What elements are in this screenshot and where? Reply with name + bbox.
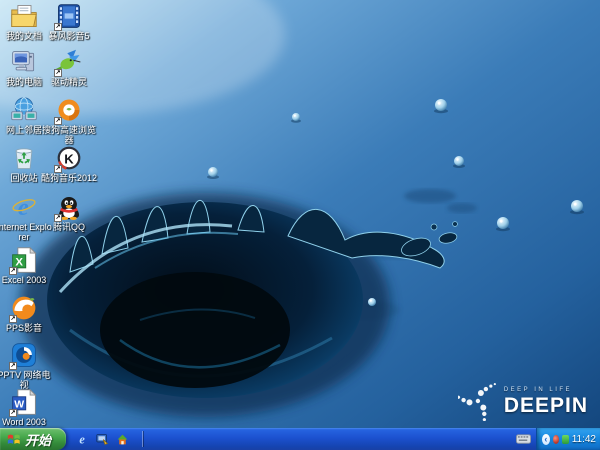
my-documents-icon xyxy=(10,2,38,30)
desktop-icon-label: PPTV 网络电视 xyxy=(0,370,51,390)
shortcut-arrow-icon: ↗ xyxy=(54,214,62,222)
excel-icon: X ↗ xyxy=(9,246,38,275)
desktop-icon-label: 驱动精灵 xyxy=(50,77,87,87)
svg-text:e: e xyxy=(18,194,29,221)
taskbar: 开始 e ‹ 11:42 xyxy=(0,428,600,450)
tray-app-icon-green[interactable] xyxy=(562,434,569,444)
kugou-music-icon: K ↗ xyxy=(54,144,83,173)
taskbar-clock[interactable]: 11:42 xyxy=(572,434,600,445)
taskbar-divider xyxy=(142,431,144,447)
shortcut-arrow-icon: ↗ xyxy=(9,362,17,370)
shortcut-arrow-icon: ↗ xyxy=(54,117,62,125)
desktop-icon-label: PPS影音 xyxy=(5,323,42,333)
driver-genie-bird-icon: ↗ xyxy=(54,48,83,77)
quick-launch-show-desktop-icon[interactable] xyxy=(95,432,110,447)
desktop-icon-kugou[interactable]: K ↗ 酷狗音乐2012 xyxy=(39,144,99,183)
recycle-bin-icon xyxy=(10,144,38,172)
desktop-icon-sogou-browser[interactable]: ↗ 搜狗高速浏览器 xyxy=(39,96,99,145)
desktop-icon-label: 搜狗高速浏览器 xyxy=(41,125,96,145)
shortcut-arrow-icon: ↗ xyxy=(9,315,17,323)
start-button[interactable]: 开始 xyxy=(0,428,67,450)
language-keyboard-icon[interactable] xyxy=(515,433,531,445)
tray-app-icon-red[interactable] xyxy=(552,434,560,444)
desktop-icon-word-2003[interactable]: W ↗ Word 2003 xyxy=(0,388,52,427)
desktop-icon-tencent-qq[interactable]: ↗ 腾讯QQ xyxy=(39,193,99,232)
quick-launch-homepage-icon[interactable] xyxy=(115,432,130,447)
desktop-icon-driver-genie[interactable]: ↗ 驱动精灵 xyxy=(39,48,99,87)
desktop-icon-label: 腾讯QQ xyxy=(52,222,85,232)
sogou-browser-swirl-icon: ↗ xyxy=(54,96,83,125)
desktop-icon-label: Word 2003 xyxy=(2,417,46,427)
qq-penguin-icon: ↗ xyxy=(54,193,83,222)
start-button-label: 开始 xyxy=(25,432,52,448)
pptv-icon: ↗ xyxy=(9,341,38,370)
desktop-icon-label: Excel 2003 xyxy=(1,275,47,285)
shortcut-arrow-icon: ↗ xyxy=(54,69,62,77)
word-icon: W ↗ xyxy=(9,388,38,417)
shortcut-arrow-icon: ↗ xyxy=(54,165,62,173)
internet-explorer-icon: e xyxy=(10,193,38,221)
tray-collapse-chevron-icon[interactable]: ‹ xyxy=(542,433,550,445)
baofeng-player-icon: ↗ xyxy=(54,2,83,31)
deepin-tagline: DEEP IN LIFE xyxy=(503,386,573,393)
svg-text:e: e xyxy=(79,432,85,446)
desktop-icon-baofeng[interactable]: ↗ 暴风影音5 xyxy=(39,2,99,41)
deepin-pinwheel-icon xyxy=(458,382,496,421)
quick-launch-ie-icon[interactable]: e xyxy=(75,432,90,447)
desktop-icon-pps[interactable]: ↗ PPS影音 xyxy=(0,294,52,333)
network-places-icon xyxy=(10,96,38,124)
deepin-logo: DEEP IN LIFE DEEPIN xyxy=(458,378,588,424)
windows-logo-icon xyxy=(7,432,21,446)
system-tray: ‹ 11:42 xyxy=(536,428,600,450)
desktop-icon-label: 酷狗音乐2012 xyxy=(40,173,98,183)
shortcut-arrow-icon: ↗ xyxy=(54,23,62,31)
deepin-wordmark: DEEPIN xyxy=(503,393,588,417)
my-computer-icon xyxy=(10,48,38,76)
shortcut-arrow-icon: ↗ xyxy=(9,409,17,417)
shortcut-arrow-icon: ↗ xyxy=(9,267,17,275)
svg-text:K: K xyxy=(64,151,74,166)
desktop: DEEP IN LIFE DEEPIN 我的文档 ↗ 暴风影音5 我的电脑 ↗ … xyxy=(0,0,600,450)
pps-player-icon: ↗ xyxy=(9,294,38,323)
desktop-icon-pptv[interactable]: ↗ PPTV 网络电视 xyxy=(0,341,52,390)
desktop-icon-excel-2003[interactable]: X ↗ Excel 2003 xyxy=(0,246,52,285)
desktop-icon-label: 暴风影音5 xyxy=(48,31,90,41)
quick-launch-bar: e xyxy=(75,431,144,447)
